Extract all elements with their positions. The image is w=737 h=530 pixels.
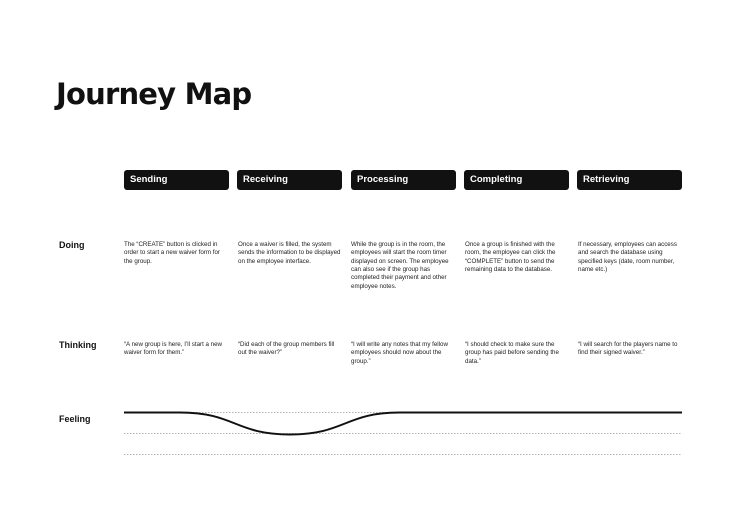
feeling-chart bbox=[124, 411, 682, 455]
feeling-line bbox=[124, 411, 682, 436]
